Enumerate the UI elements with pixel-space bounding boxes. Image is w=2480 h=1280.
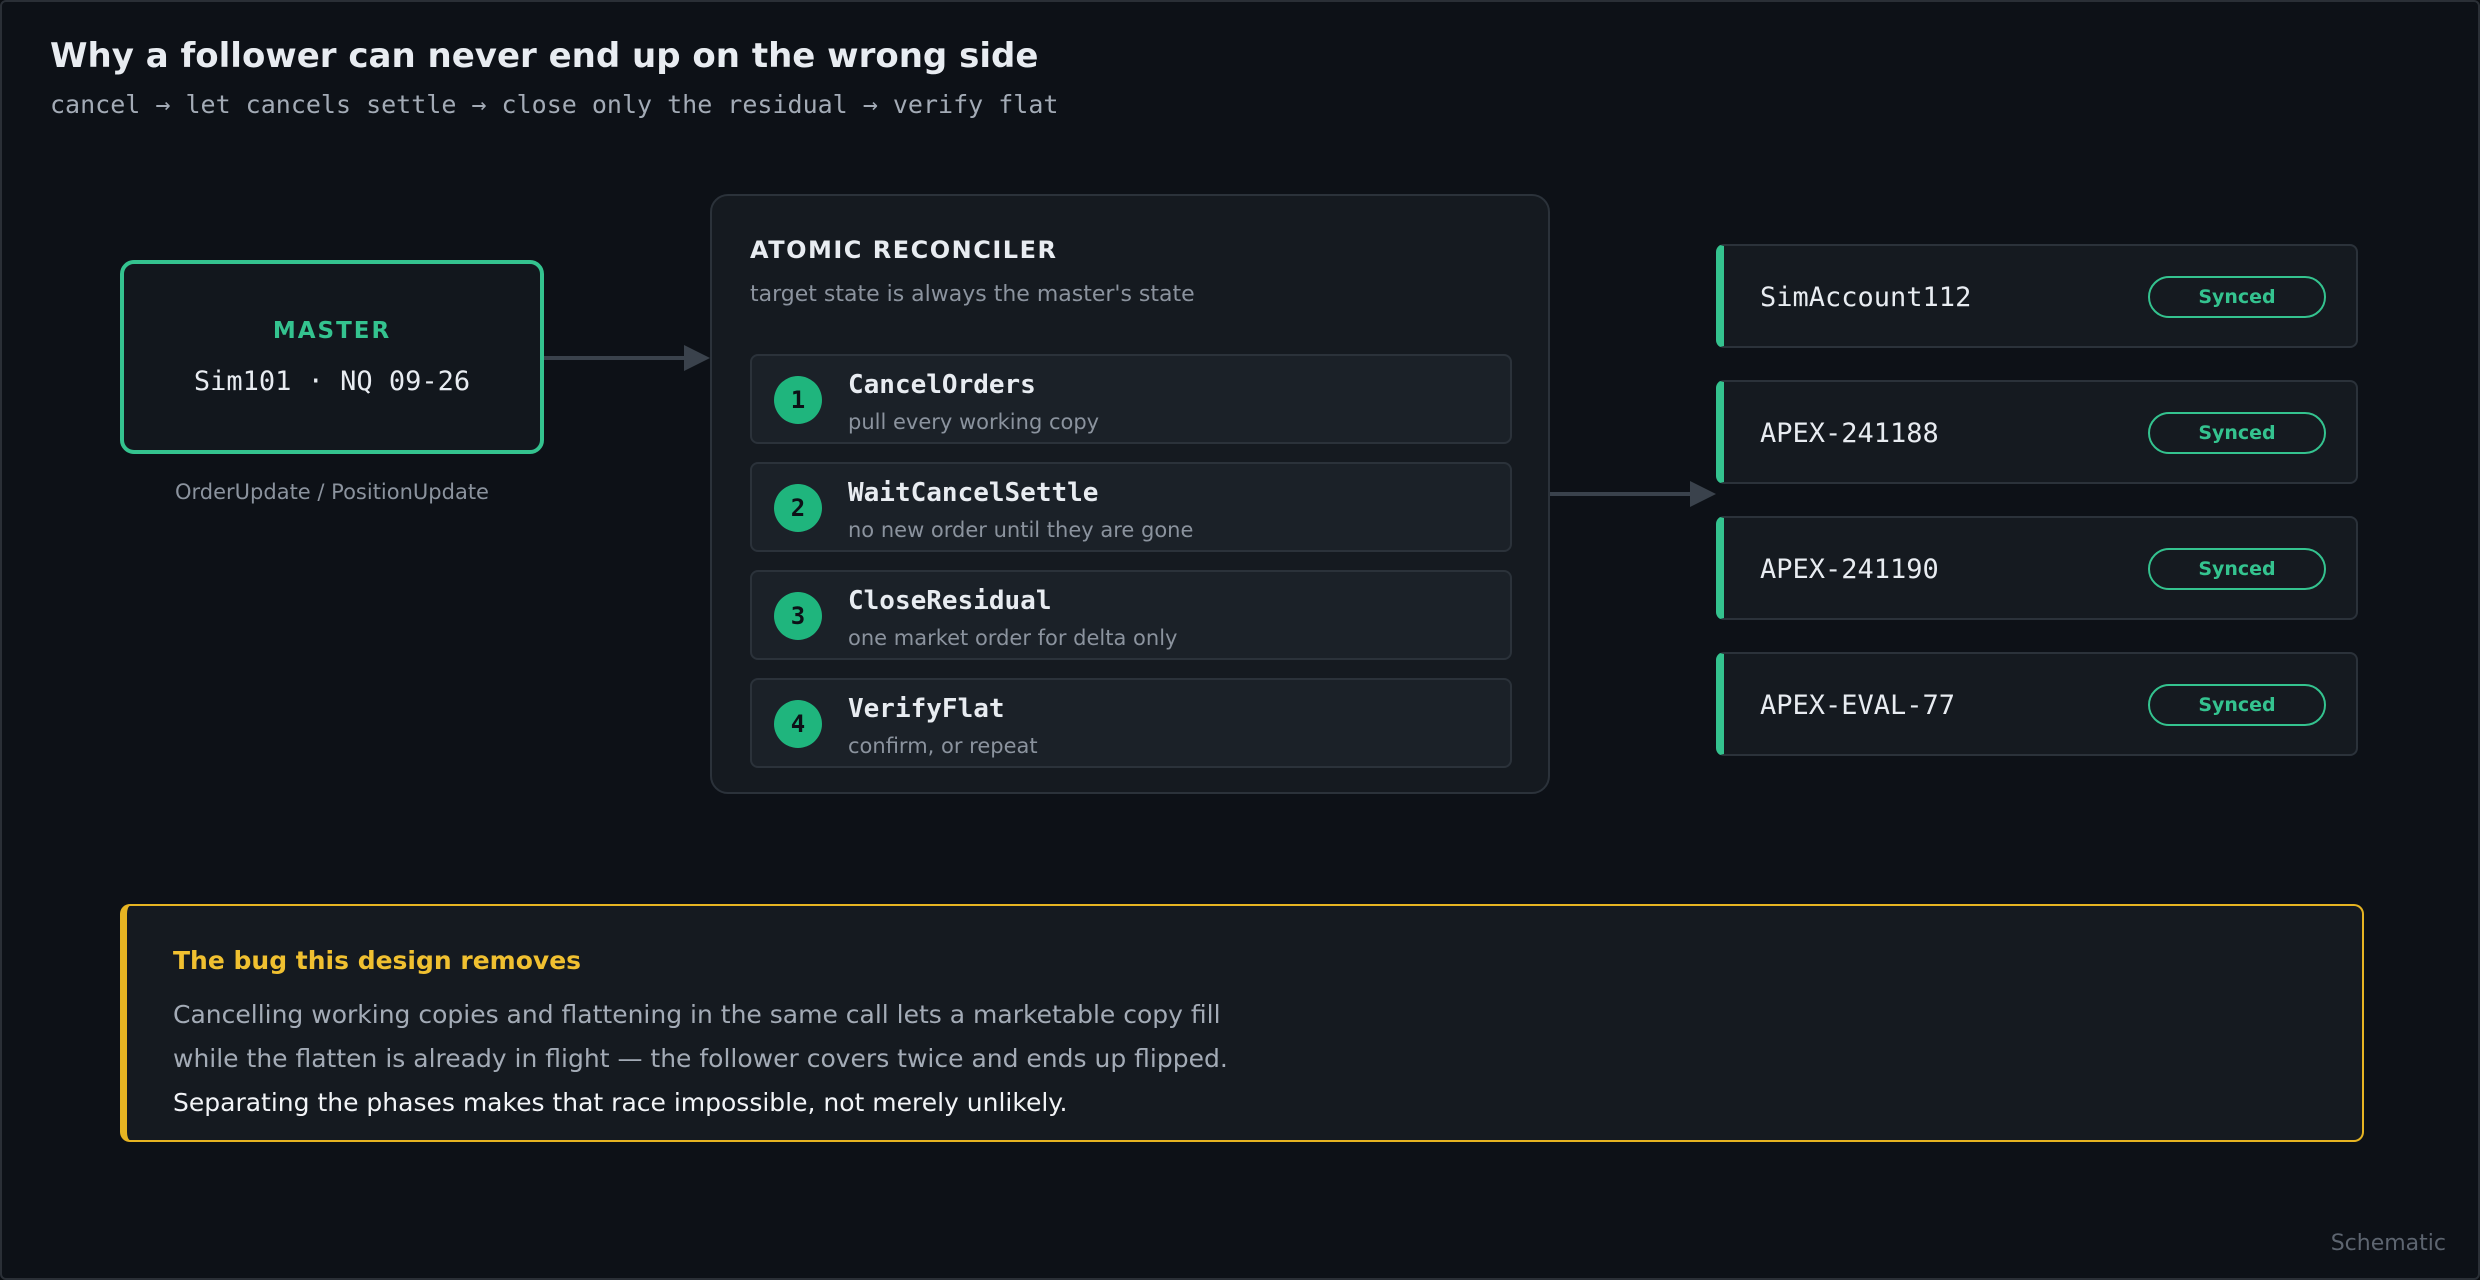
master-label: MASTER: [272, 317, 392, 344]
bug-callout: The bug this design removes Cancelling w…: [120, 904, 2364, 1142]
page-subtitle: cancel → let cancels settle → close only…: [50, 90, 1059, 119]
step-wait-cancel-settle: 2 WaitCancelSettle no new order until th…: [750, 462, 1512, 552]
step-close-residual: 3 CloseResidual one market order for del…: [750, 570, 1512, 660]
step-description: confirm, or repeat: [848, 734, 1038, 758]
callout-line-1: Cancelling working copies and flattening…: [173, 1000, 1221, 1029]
step-number-badge: 3: [774, 592, 822, 640]
arrow-master-to-reconciler: [544, 345, 710, 371]
step-cancel-orders: 1 CancelOrders pull every working copy: [750, 354, 1512, 444]
step-description: pull every working copy: [848, 410, 1100, 434]
step-description: no new order until they are gone: [848, 518, 1194, 542]
status-badge: Synced: [2148, 276, 2326, 318]
step-name: WaitCancelSettle: [848, 478, 1099, 508]
step-description: one market order for delta only: [848, 626, 1178, 650]
reconciler-subtitle: target state is always the master's stat…: [750, 282, 1195, 307]
diagram-canvas: Why a follower can never end up on the w…: [0, 0, 2480, 1280]
master-caption: OrderUpdate / PositionUpdate: [175, 480, 489, 504]
follower-account-name: APEX-241190: [1760, 554, 1939, 585]
reconciler-title: ATOMIC RECONCILER: [750, 236, 1058, 264]
atomic-reconciler-panel: ATOMIC RECONCILER target state is always…: [710, 194, 1550, 794]
callout-line-3: Separating the phases makes that race im…: [173, 1088, 1068, 1117]
status-badge: Synced: [2148, 412, 2326, 454]
callout-title: The bug this design removes: [173, 946, 582, 975]
status-badge: Synced: [2148, 684, 2326, 726]
step-name: CancelOrders: [848, 370, 1036, 400]
footer-label: Schematic: [2330, 1231, 2446, 1256]
follower-account-name: APEX-241188: [1760, 418, 1939, 449]
master-node: MASTER Sim101 · NQ 09-26: [120, 260, 544, 454]
follower-card: APEX-EVAL-77 Synced: [1716, 652, 2358, 756]
follower-card: APEX-241190 Synced: [1716, 516, 2358, 620]
step-number-badge: 2: [774, 484, 822, 532]
step-name: VerifyFlat: [848, 694, 1005, 724]
follower-card: SimAccount112 Synced: [1716, 244, 2358, 348]
follower-account-name: SimAccount112: [1760, 282, 1972, 313]
follower-account-name: APEX-EVAL-77: [1760, 690, 1956, 721]
arrow-reconciler-to-followers: [1550, 481, 1716, 507]
step-number-badge: 4: [774, 700, 822, 748]
page-title: Why a follower can never end up on the w…: [50, 36, 1039, 76]
master-account: Sim101 · NQ 09-26: [193, 365, 471, 397]
step-verify-flat: 4 VerifyFlat confirm, or repeat: [750, 678, 1512, 768]
step-number-badge: 1: [774, 376, 822, 424]
follower-card: APEX-241188 Synced: [1716, 380, 2358, 484]
status-badge: Synced: [2148, 548, 2326, 590]
step-name: CloseResidual: [848, 586, 1052, 616]
callout-line-2: while the flatten is already in flight —…: [173, 1044, 1228, 1073]
